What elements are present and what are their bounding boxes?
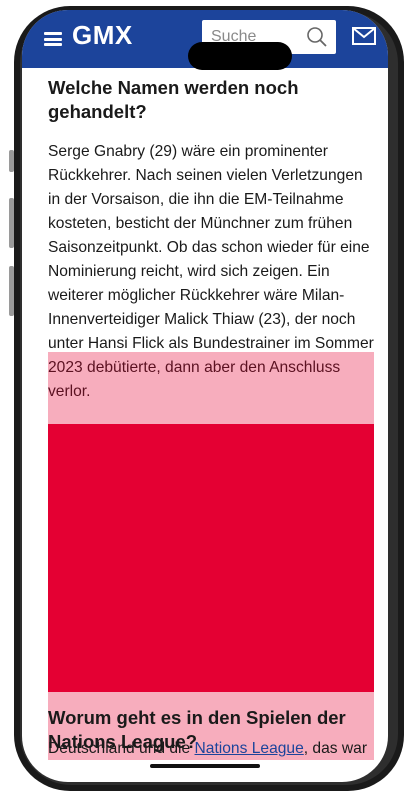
home-indicator[interactable] (150, 764, 260, 768)
dynamic-island (188, 42, 292, 70)
mail-icon[interactable] (352, 26, 376, 46)
menu-icon[interactable] (44, 32, 62, 46)
search-icon[interactable] (306, 26, 328, 48)
section-heading: Welche Namen werden noch gehandelt? (48, 77, 299, 122)
ad-overlay-top (48, 352, 374, 424)
next-paragraph: Deutschland und die Nations League, das … (48, 740, 388, 758)
next-paragraph-text-end: , das war (303, 740, 368, 757)
gmx-logo[interactable]: GMX (72, 20, 133, 51)
ad-banner[interactable] (48, 424, 374, 692)
next-paragraph-text: Deutschland und die (48, 740, 195, 757)
nations-league-link[interactable]: Nations League (195, 740, 304, 757)
